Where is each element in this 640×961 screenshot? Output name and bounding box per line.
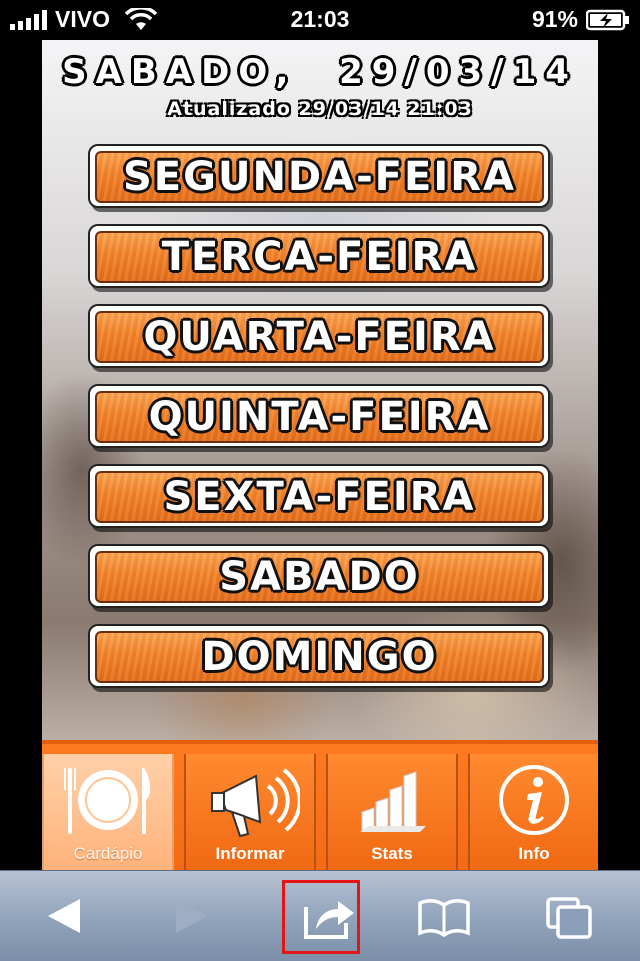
day-label: QUARTA-FEIRA xyxy=(95,311,544,363)
day-button-segunda[interactable]: SEGUNDA-FEIRA xyxy=(88,144,550,208)
tab-info[interactable]: Info xyxy=(468,754,598,870)
day-label: TERCA-FEIRA xyxy=(95,231,544,283)
day-button-terca[interactable]: TERCA-FEIRA xyxy=(88,224,550,288)
wifi-icon xyxy=(124,7,158,30)
tab-cardapio[interactable]: Cardápio xyxy=(42,754,174,870)
forward-button[interactable] xyxy=(164,889,220,943)
day-button-sexta[interactable]: SEXTA-FEIRA xyxy=(88,464,550,528)
plate-cutlery-icon xyxy=(64,768,151,834)
page-date: SABADO, 29/03/14 xyxy=(62,52,578,92)
battery-percent: 91% xyxy=(531,6,578,32)
day-label: SEGUNDA-FEIRA xyxy=(95,151,544,203)
day-button-quarta[interactable]: QUARTA-FEIRA xyxy=(88,304,550,368)
web-content: SABADO, 29/03/14 Atualizado 29/03/14 21:… xyxy=(42,40,598,870)
day-button-quinta[interactable]: QUINTA-FEIRA xyxy=(88,384,550,448)
app-tab-bar: Cardápio Informar Stats Info xyxy=(42,740,598,870)
tab-stats[interactable]: Stats xyxy=(326,754,458,870)
day-label: SABADO xyxy=(95,551,544,603)
battery-charging-icon xyxy=(586,9,629,30)
share-highlight-box xyxy=(282,880,360,954)
day-label: DOMINGO xyxy=(95,631,544,683)
bar-chart-icon xyxy=(360,771,426,832)
tab-label: Cardápio xyxy=(73,844,143,863)
carrier-name: VIVO xyxy=(55,6,110,32)
weekday-menu: SEGUNDA-FEIRA TERCA-FEIRA QUARTA-FEIRA Q… xyxy=(88,144,550,704)
bookmarks-icon xyxy=(418,899,470,938)
signal-bars-icon xyxy=(10,9,47,30)
tab-label: Informar xyxy=(215,844,285,863)
day-label: SEXTA-FEIRA xyxy=(95,471,544,523)
day-label: QUINTA-FEIRA xyxy=(95,391,544,443)
back-button[interactable] xyxy=(36,889,92,943)
status-right: 91% xyxy=(532,6,630,33)
forward-arrow-icon xyxy=(176,899,208,933)
megaphone-icon xyxy=(211,768,300,838)
pages-icon xyxy=(546,897,592,939)
back-arrow-icon xyxy=(48,899,80,933)
info-icon xyxy=(499,765,569,835)
tab-label: Stats xyxy=(371,844,413,863)
last-updated: Atualizado 29/03/14 21:03 xyxy=(167,98,473,120)
tab-informar[interactable]: Informar xyxy=(184,754,316,870)
day-button-sabado[interactable]: SABADO xyxy=(88,544,550,608)
bookmarks-button[interactable] xyxy=(416,889,472,943)
status-left: VIVO xyxy=(10,6,158,33)
status-bar: VIVO 21:03 91% xyxy=(0,0,640,40)
day-button-domingo[interactable]: DOMINGO xyxy=(88,624,550,688)
pages-button[interactable] xyxy=(542,889,598,943)
tab-label: Info xyxy=(518,844,550,863)
